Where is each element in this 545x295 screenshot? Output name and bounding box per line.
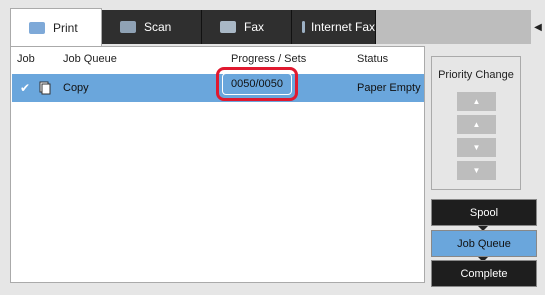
move-to-top-button[interactable]: ▲ (457, 92, 496, 111)
progress-cell: 0050/0050 (222, 73, 292, 95)
tab-internet-fax[interactable]: Internet Fax (292, 10, 376, 44)
tab-fax[interactable]: Fax (202, 10, 292, 44)
internet-fax-icon (302, 21, 305, 33)
spool-button[interactable]: Spool (431, 199, 537, 226)
print-status-screen: Print Scan Fax Internet Fax ◀ Job Job Qu… (0, 0, 545, 295)
print-icon (29, 21, 45, 34)
header-status: Status (357, 53, 389, 65)
job-type-tabs: Print Scan Fax Internet Fax ◀ (10, 8, 545, 46)
move-up-button[interactable]: ▲ (457, 115, 496, 134)
header-progress-sets: Progress / Sets (231, 53, 307, 65)
job-list-panel: Job Job Queue Progress / Sets Status ✔ C… (10, 46, 425, 283)
priority-change-panel: Priority Change ▲ ▲ ▼ ▼ (431, 56, 521, 190)
job-queue-button[interactable]: Job Queue (431, 230, 537, 257)
header-job: Job (17, 53, 35, 65)
tab-print[interactable]: Print (10, 8, 102, 46)
scroll-left-arrow-icon[interactable]: ◀ (531, 10, 545, 44)
progress-highlight: 0050/0050 (216, 67, 298, 101)
scan-icon (120, 21, 136, 33)
move-down-button[interactable]: ▼ (457, 138, 496, 157)
job-queue-cell: Copy (63, 82, 89, 94)
tab-scan[interactable]: Scan (102, 10, 202, 44)
priority-change-label: Priority Change (438, 69, 514, 81)
tab-bar-filler (376, 10, 535, 44)
header-job-queue: Job Queue (63, 53, 117, 65)
status-cell: Paper Empty (357, 82, 421, 94)
complete-button[interactable]: Complete (431, 260, 537, 287)
fax-icon (220, 21, 236, 33)
move-to-bottom-button[interactable]: ▼ (457, 161, 496, 180)
copy-icon (39, 74, 51, 102)
checkmark-icon[interactable]: ✔ (20, 74, 30, 102)
